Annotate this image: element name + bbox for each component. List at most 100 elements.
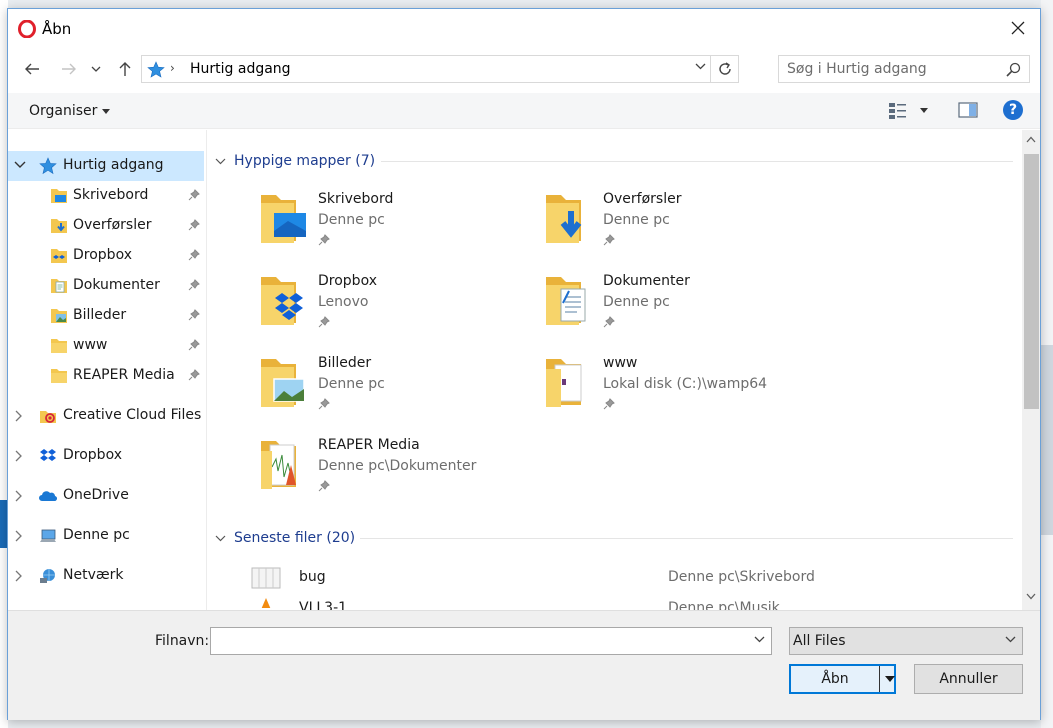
- search-box[interactable]: [778, 55, 1030, 83]
- file-name: bug: [299, 569, 326, 585]
- nav-item-dropbox-folder[interactable]: Dropbox: [8, 241, 204, 271]
- pin-icon[interactable]: [188, 339, 200, 351]
- nav-item-label: Denne pc: [63, 527, 130, 543]
- pin-icon: [318, 316, 330, 328]
- pin-icon: [318, 480, 330, 492]
- pin-icon[interactable]: [188, 249, 200, 261]
- downloads-folder-icon: [546, 195, 582, 243]
- folder-tile-documents[interactable]: Dokumenter Denne pc: [543, 273, 813, 343]
- pin-icon[interactable]: [188, 219, 200, 231]
- nav-item-downloads[interactable]: Overførsler: [8, 211, 204, 241]
- folder-tile-www[interactable]: www Lokal disk (C:)\wamp64: [543, 355, 813, 425]
- search-icon: [1006, 62, 1021, 77]
- organise-menu-button[interactable]: Organiser: [29, 103, 111, 119]
- folder-name: REAPER Media: [318, 437, 420, 453]
- nav-item-label: Dropbox: [73, 247, 132, 263]
- pin-icon[interactable]: [188, 369, 200, 381]
- recent-file-row[interactable]: bug Denne pc\Skrivebord: [247, 564, 1007, 592]
- pin-icon: [603, 398, 615, 410]
- search-input[interactable]: [779, 56, 999, 82]
- pin-icon[interactable]: [188, 279, 200, 291]
- chevron-down-icon[interactable]: [754, 636, 765, 643]
- folder-tile-downloads[interactable]: Overførsler Denne pc: [543, 191, 813, 261]
- close-button[interactable]: [996, 9, 1040, 47]
- arrow-right-icon: [62, 63, 76, 75]
- chevron-down-icon[interactable]: [695, 63, 706, 70]
- network-icon: [40, 569, 55, 583]
- up-button[interactable]: [113, 57, 137, 81]
- nav-item-label: Creative Cloud Files: [63, 407, 202, 423]
- chevron-right-icon[interactable]: [14, 530, 24, 542]
- nav-item-documents[interactable]: Dokumenter: [8, 271, 204, 301]
- folder-tile-pictures[interactable]: Billeder Denne pc: [258, 355, 528, 425]
- group-header-recent[interactable]: Seneste filer (20): [215, 527, 355, 549]
- nav-item-desktop[interactable]: Skrivebord: [8, 181, 204, 211]
- folder-name: Dropbox: [318, 273, 377, 289]
- nav-item-creative-cloud[interactable]: Creative Cloud Files: [8, 401, 204, 431]
- desktop-folder-icon: [51, 189, 67, 203]
- chevron-down-icon[interactable]: [14, 160, 26, 170]
- pin-icon[interactable]: [188, 189, 200, 201]
- recent-locations-button[interactable]: [88, 57, 104, 81]
- view-options-dropdown[interactable]: [920, 108, 928, 113]
- pin-icon: [318, 234, 330, 246]
- nav-item-label: Hurtig adgang: [63, 157, 164, 173]
- chevron-right-icon[interactable]: [14, 490, 24, 502]
- pin-icon[interactable]: [188, 309, 200, 321]
- filename-combobox[interactable]: [210, 627, 772, 655]
- view-options-icon[interactable]: [888, 102, 908, 120]
- file-icon: [251, 567, 281, 589]
- refresh-button[interactable]: [710, 56, 738, 82]
- chevron-down-icon: [215, 535, 226, 541]
- nav-item-onedrive[interactable]: OneDrive: [8, 481, 204, 511]
- star-icon: [147, 61, 165, 78]
- chevron-right-icon[interactable]: [14, 570, 24, 582]
- scroll-down-icon[interactable]: [1026, 593, 1036, 600]
- reaper-folder-icon: [261, 441, 296, 489]
- pin-icon: [318, 398, 330, 410]
- chevron-right-icon[interactable]: [14, 410, 24, 422]
- pin-icon: [603, 234, 615, 246]
- folder-tile-reaper-media[interactable]: REAPER Media Denne pc\Dokumenter: [258, 437, 528, 507]
- preview-pane-icon[interactable]: [958, 102, 978, 118]
- forward-button[interactable]: [57, 57, 81, 81]
- nav-item-label: Dokumenter: [73, 277, 160, 293]
- nav-item-quick-access[interactable]: Hurtig adgang: [8, 151, 204, 181]
- address-bar[interactable]: › Hurtig adgang: [141, 55, 739, 83]
- nav-item-dropbox[interactable]: Dropbox: [8, 441, 204, 471]
- chevron-down-icon: [91, 66, 101, 72]
- nav-item-pictures[interactable]: Billeder: [8, 301, 204, 331]
- window-title: Åbn: [42, 20, 72, 38]
- background-page-right: [1041, 0, 1053, 728]
- open-button[interactable]: Åbn: [789, 664, 896, 694]
- scroll-up-icon[interactable]: [1026, 136, 1036, 143]
- back-button[interactable]: [20, 57, 44, 81]
- cancel-button[interactable]: Annuller: [914, 664, 1023, 694]
- organise-label: Organiser: [29, 103, 98, 119]
- filename-input[interactable]: [211, 628, 741, 654]
- folder-tile-dropbox[interactable]: Dropbox Lenovo: [258, 273, 528, 343]
- scrollbar-thumb[interactable]: [1024, 154, 1039, 409]
- help-button[interactable]: ?: [1003, 100, 1023, 120]
- file-type-select[interactable]: All Files: [789, 627, 1023, 655]
- folder-location: Denne pc: [318, 376, 385, 392]
- chevron-down-icon[interactable]: [885, 676, 895, 682]
- folder-location: Lenovo: [318, 294, 369, 310]
- chevron-right-icon[interactable]: [14, 450, 24, 462]
- nav-item-www[interactable]: www: [8, 331, 204, 361]
- nav-item-label: REAPER Media: [73, 367, 175, 383]
- folder-icon: [546, 359, 582, 407]
- recent-file-row[interactable]: VLL3-1 Denne pc\Musik: [247, 595, 1007, 610]
- nav-item-label: Billeder: [73, 307, 127, 323]
- vertical-scrollbar[interactable]: [1022, 130, 1040, 610]
- nav-item-this-pc[interactable]: Denne pc: [8, 521, 204, 551]
- chevron-down-icon: [215, 158, 226, 164]
- nav-item-reaper-media[interactable]: REAPER Media: [8, 361, 204, 391]
- group-header-frequent[interactable]: Hyppige mapper (7): [215, 150, 375, 172]
- pictures-folder-icon: [51, 309, 67, 323]
- open-button-label: Åbn: [821, 671, 849, 687]
- nav-item-network[interactable]: Netværk: [8, 561, 204, 591]
- folder-name: Billeder: [318, 355, 372, 371]
- nav-item-label: Netværk: [63, 567, 124, 583]
- folder-tile-desktop[interactable]: Skrivebord Denne pc: [258, 191, 528, 261]
